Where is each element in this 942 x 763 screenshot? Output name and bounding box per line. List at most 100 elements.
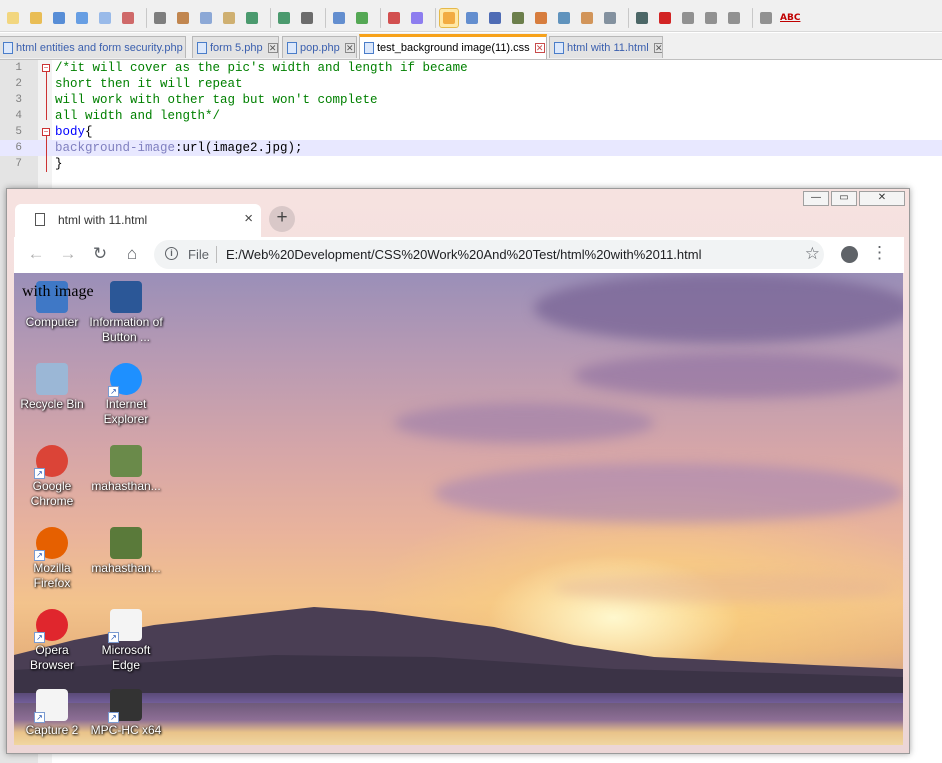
redo-glyph — [278, 11, 290, 24]
stop-macro-icon[interactable] — [679, 9, 697, 27]
close-tab-icon[interactable]: × — [244, 210, 253, 227]
stop-macro-glyph — [682, 11, 694, 24]
sync-horizontal-icon[interactable] — [439, 7, 459, 28]
cut-icon[interactable] — [174, 9, 192, 27]
code-line[interactable]: 7} — [0, 156, 942, 172]
desktop-shortcut-label: mahasthan... — [91, 479, 161, 493]
url-text[interactable]: E:/Web%20Development/CSS%20Work%20And%20… — [226, 247, 701, 262]
show-all-characters-icon[interactable] — [486, 9, 504, 27]
run-macro-multiple-glyph — [728, 11, 740, 24]
desktop-shortcut[interactable]: ↗ Capture 2 — [14, 689, 90, 738]
save-macro-icon[interactable] — [757, 9, 775, 27]
fold-toggle-icon[interactable]: − — [42, 128, 50, 136]
close-tab-icon[interactable]: ✕ — [267, 42, 278, 53]
folder-as-workspace-icon[interactable] — [578, 9, 596, 27]
page-viewport[interactable]: with image Computer Information of Button… — [14, 273, 903, 745]
mozilla-firefox-icon: ↗ — [34, 527, 68, 561]
function-list-icon[interactable] — [555, 9, 573, 27]
user-language-icon[interactable] — [532, 9, 550, 27]
desktop-shortcut[interactable]: ↗ MPC-HC x64 — [88, 689, 164, 738]
code-token: all width and length*/ — [55, 109, 221, 123]
zoom-in-icon[interactable] — [353, 9, 371, 27]
code-line[interactable]: 6 background-image:url(image2.jpg); — [0, 140, 942, 156]
new-tab-button[interactable]: + — [269, 206, 295, 232]
editor-tab-label: html with 11.html — [567, 41, 649, 54]
record-macro-icon[interactable] — [656, 9, 674, 27]
close-all-icon[interactable] — [119, 9, 137, 27]
desktop-shortcut[interactable]: ↗ Google Chrome — [14, 445, 90, 509]
code-line[interactable]: 3 will work with other tag but won't comp… — [0, 92, 942, 108]
code-text: body{ — [55, 124, 93, 140]
maximize-button[interactable]: ▭ — [831, 191, 857, 206]
desktop-shortcut[interactable]: Information of Button ... — [88, 281, 164, 345]
desktop-shortcut-label: mahasthan... — [91, 561, 161, 575]
document-map-glyph — [604, 11, 616, 24]
home-button[interactable]: ⌂ — [122, 245, 142, 263]
desktop-shortcut[interactable]: mahasthan... — [88, 527, 164, 576]
indent-guide-icon[interactable] — [509, 9, 527, 27]
code-line[interactable]: 4 all width and length*/ — [0, 108, 942, 124]
toolbar-separator — [270, 7, 271, 28]
editor-tab-label: test_background image(11).css — [377, 42, 530, 54]
undo-icon[interactable] — [243, 9, 261, 27]
desktop-shortcut[interactable]: ↗ Internet Explorer — [88, 363, 164, 427]
browser-tab[interactable]: html with 11.html × — [15, 204, 261, 237]
open-icon[interactable] — [27, 9, 45, 27]
minimize-button[interactable]: — — [803, 191, 829, 206]
monitoring-icon[interactable] — [633, 9, 651, 27]
editor-tab[interactable]: form 5.php ✕ — [192, 36, 279, 58]
page-body-text: with image — [22, 283, 94, 300]
close-tab-icon[interactable]: ✕ — [344, 42, 355, 53]
open-glyph — [30, 11, 42, 24]
desktop-shortcut[interactable]: ↗ Opera Browser — [14, 609, 90, 673]
redo-icon[interactable] — [275, 9, 293, 27]
desktop-shortcut[interactable]: Recycle Bin — [14, 363, 90, 412]
save-icon[interactable] — [50, 9, 68, 27]
paste-icon[interactable] — [220, 9, 238, 27]
run-macro-multiple-icon[interactable] — [725, 9, 743, 27]
new-icon[interactable] — [4, 9, 22, 27]
fold-toggle-icon[interactable]: − — [42, 64, 50, 72]
code-line[interactable]: 2 short then it will repeat — [0, 76, 942, 92]
desktop-icons: Computer Information of Button ... Recycle… — [14, 273, 174, 745]
info-icon[interactable]: i — [165, 247, 178, 260]
copy-icon[interactable] — [197, 9, 215, 27]
editor-tab[interactable]: test_background image(11).css ✕ — [359, 34, 547, 59]
close-window-button[interactable]: ✕ — [859, 191, 905, 206]
editor-tab[interactable]: pop.php ✕ — [282, 36, 357, 58]
back-button[interactable]: ← — [26, 245, 46, 263]
replace-icon[interactable] — [330, 9, 348, 27]
code-line[interactable]: 5 body{ — [0, 124, 942, 140]
desktop-shortcut[interactable]: ↗ Microsoft Edge — [88, 609, 164, 673]
microsoft-edge-icon: ↗ — [108, 609, 142, 643]
cloud — [434, 463, 903, 523]
bookmark-star-icon[interactable]: ☆ — [805, 244, 820, 264]
sync-vertical-icon[interactable] — [408, 9, 426, 27]
document-map-icon[interactable] — [601, 9, 619, 27]
save-all-icon[interactable] — [73, 9, 91, 27]
forward-button[interactable]: → — [58, 245, 78, 263]
address-bar[interactable]: i File E:/Web%20Development/CSS%20Work%2… — [154, 240, 824, 269]
reload-button[interactable]: ↻ — [90, 245, 110, 263]
editor-tab[interactable]: html entities and form security.php✕ — [0, 36, 186, 58]
word-wrap-icon[interactable] — [463, 9, 481, 27]
print-icon[interactable] — [151, 9, 169, 27]
desktop-shortcut[interactable]: mahasthan... — [88, 445, 164, 494]
spell-check-icon[interactable]: ABC — [780, 9, 802, 27]
account-icon[interactable] — [841, 246, 858, 263]
find-icon[interactable] — [298, 9, 316, 27]
close-all-glyph — [122, 11, 134, 24]
zoom-out-icon[interactable] — [385, 9, 403, 27]
editor-tab[interactable]: html with 11.html ✕ — [549, 36, 663, 58]
line-number: 3 — [15, 94, 22, 106]
close-icon[interactable] — [96, 9, 114, 27]
save-macro-glyph — [760, 11, 772, 24]
browser-menu-icon[interactable]: ⋮ — [871, 244, 888, 262]
play-macro-icon[interactable] — [702, 9, 720, 27]
code-line[interactable]: 1 /*it will cover as the pic's width and … — [0, 60, 942, 76]
desktop-shortcut[interactable]: ↗ Mozilla Firefox — [14, 527, 90, 591]
code-text: short then it will repeat — [55, 76, 243, 92]
close-tab-icon[interactable]: ✕ — [653, 42, 662, 53]
undo-glyph — [246, 11, 258, 24]
close-tab-icon[interactable]: ✕ — [534, 43, 545, 53]
